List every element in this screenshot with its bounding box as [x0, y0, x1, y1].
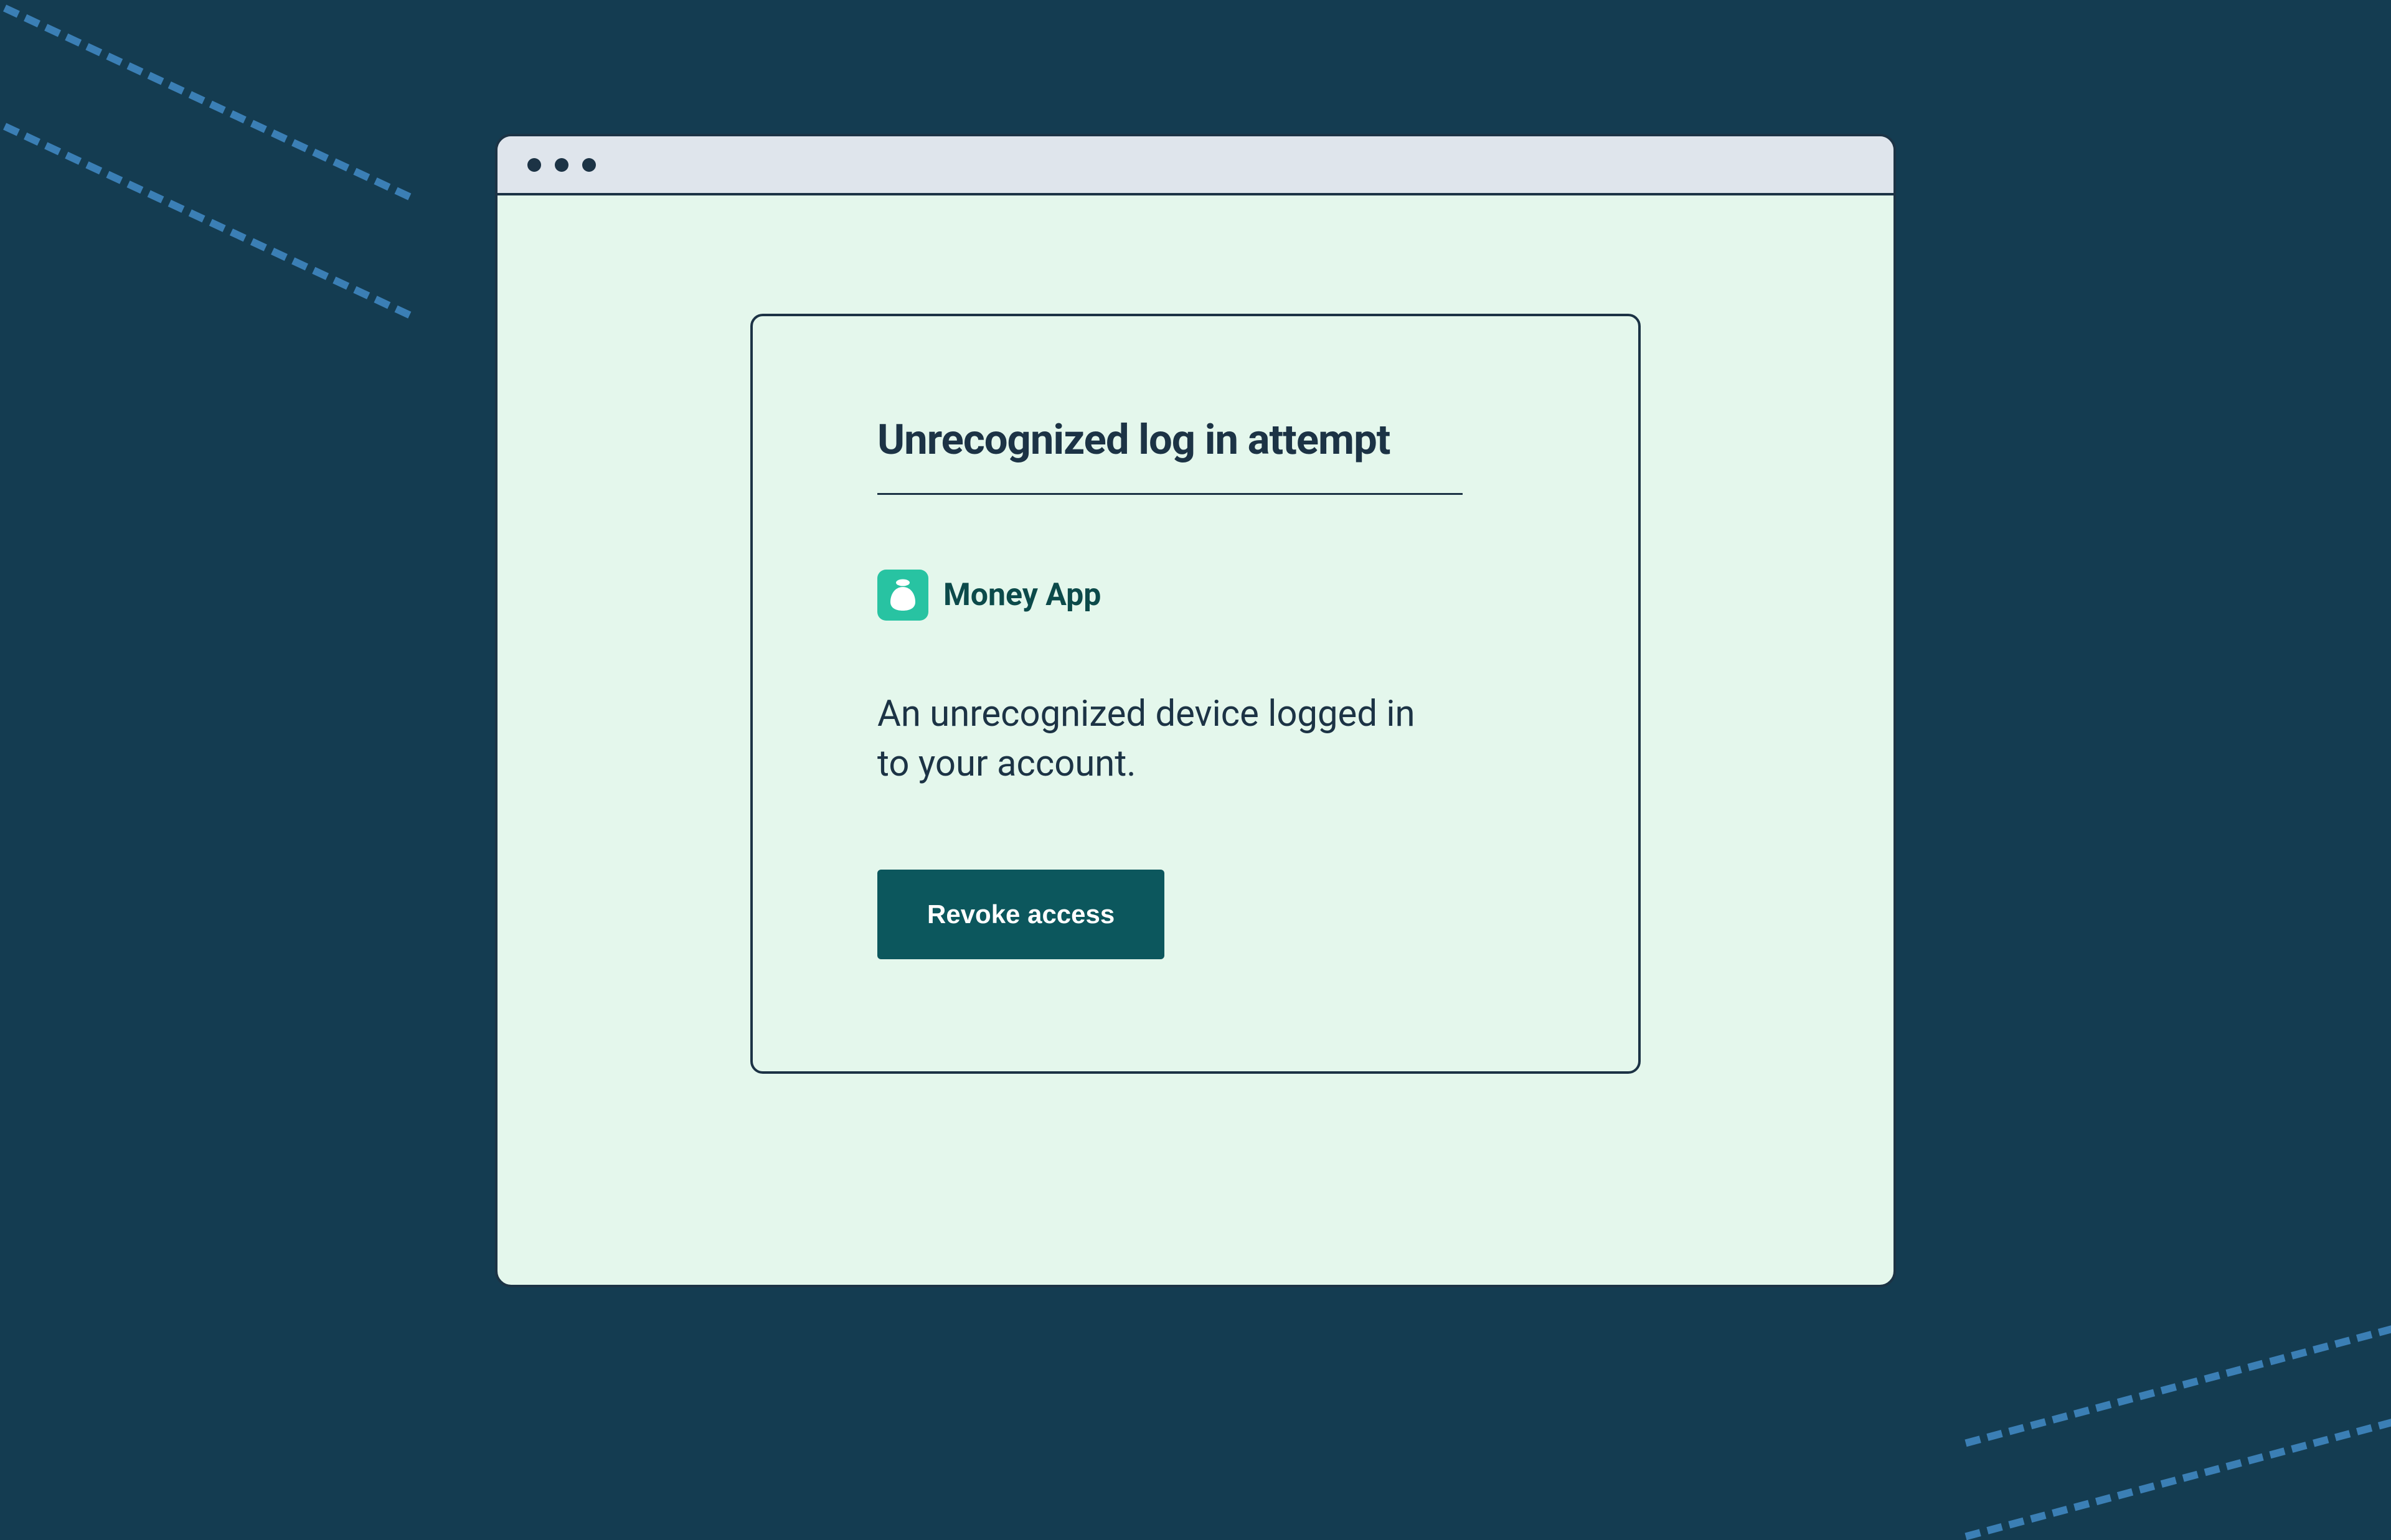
- decorative-dash-line: [1964, 1279, 2391, 1447]
- window-control-dot[interactable]: [527, 158, 541, 172]
- app-row: Money App: [877, 570, 1514, 621]
- revoke-access-button[interactable]: Revoke access: [877, 870, 1164, 959]
- window-control-dot[interactable]: [555, 158, 568, 172]
- browser-window: Unrecognized log in attempt Money App An…: [495, 134, 1896, 1287]
- decorative-dash-line: [0, 75, 411, 318]
- alert-card: Unrecognized log in attempt Money App An…: [750, 314, 1641, 1074]
- decorative-dash-line: [1964, 1372, 2391, 1540]
- money-bag-icon: [877, 570, 928, 621]
- alert-title: Unrecognized log in attempt: [877, 416, 1463, 495]
- browser-titlebar: [498, 136, 1893, 195]
- alert-message: An unrecognized device logged in to your…: [877, 689, 1425, 789]
- browser-content: Unrecognized log in attempt Money App An…: [498, 195, 1893, 1285]
- window-control-dot[interactable]: [582, 158, 596, 172]
- app-name: Money App: [943, 577, 1101, 613]
- decorative-dash-line: [0, 0, 411, 200]
